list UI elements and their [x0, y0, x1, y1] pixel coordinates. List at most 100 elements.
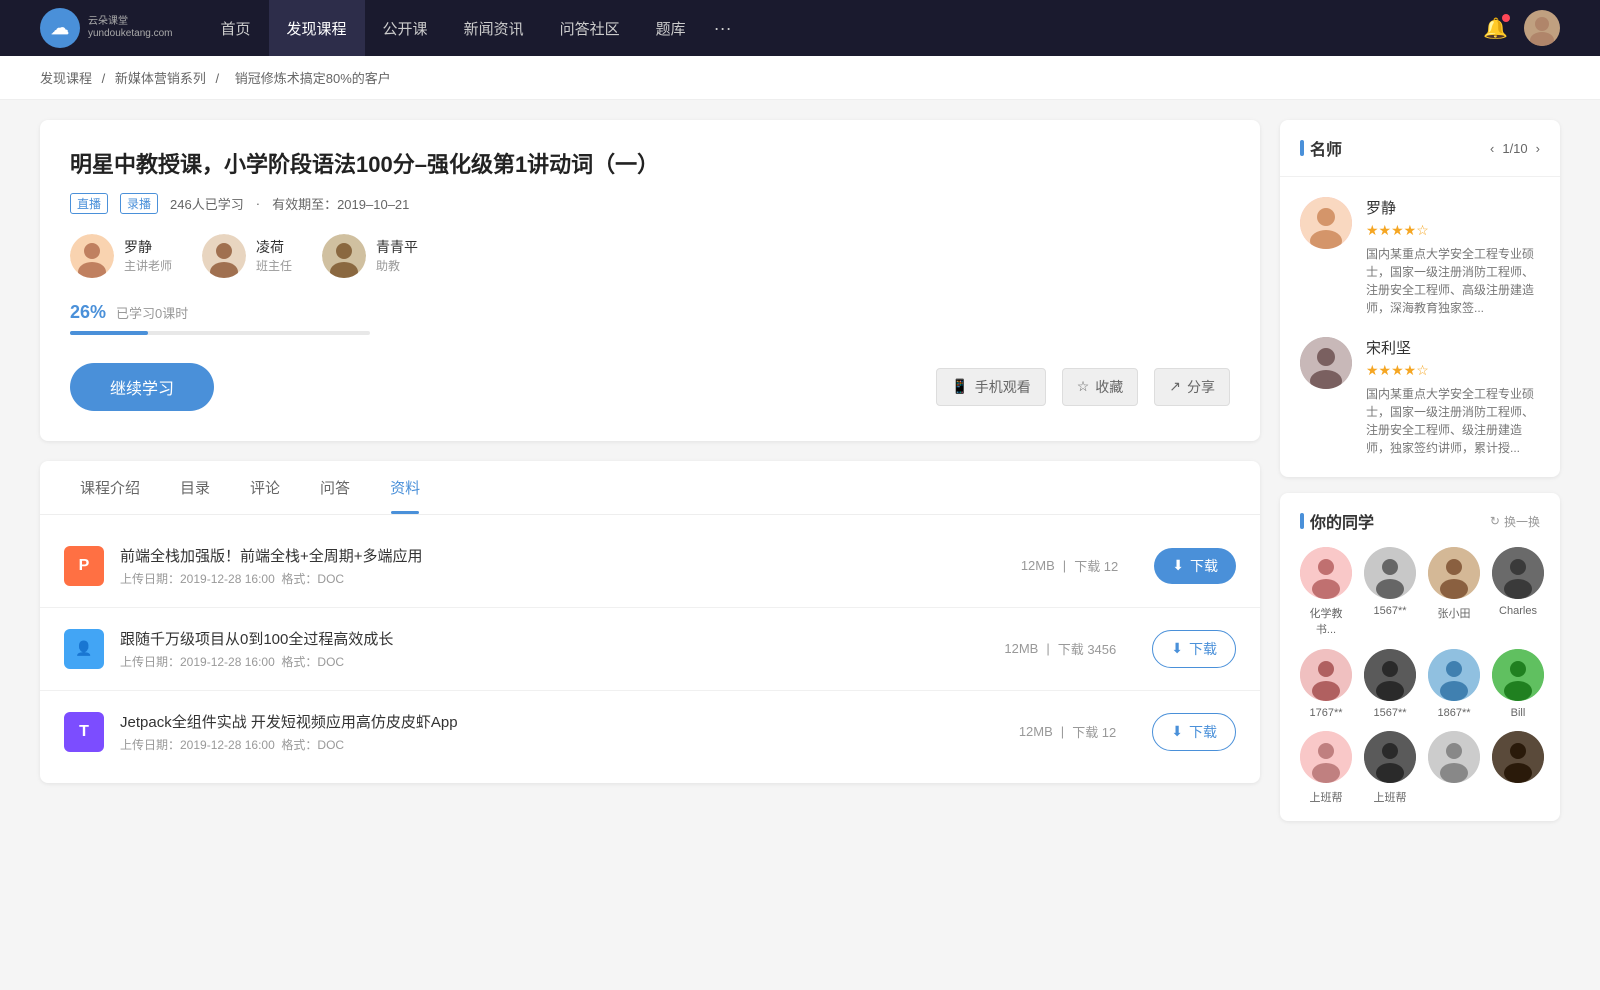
t-stars-1: ★★★★☆	[1366, 362, 1540, 379]
tabs: 课程介绍 目录 评论 问答 资料	[40, 461, 1260, 515]
classmate-0-2[interactable]: 张小田	[1428, 547, 1480, 637]
resource-item-1: 👤 跟随千万级项目从0到100全过程高效成长 上传日期：2019-12-28 1…	[40, 608, 1260, 691]
classmate-2-3[interactable]	[1492, 731, 1544, 805]
nav-more[interactable]: ···	[704, 0, 742, 56]
t-info-0: 罗静 ★★★★☆ 国内某重点大学安全工程专业硕士，国家一级注册消防工程师、注册安…	[1366, 197, 1540, 317]
download-button-2[interactable]: ⬇ 下载	[1152, 713, 1236, 751]
classmate-0-3[interactable]: Charles	[1492, 547, 1544, 637]
classmate-1-1[interactable]: 1567**	[1364, 649, 1416, 719]
t-desc-1: 国内某重点大学安全工程专业硕士，国家一级注册消防工程师、注册安全工程师、级注册建…	[1366, 385, 1540, 457]
resource-sub-0: 上传日期：2019-12-28 16:00 格式：DOC	[120, 570, 1005, 587]
refresh-button[interactable]: ↻ 换一换	[1490, 513, 1540, 530]
classmate-1-0[interactable]: 1767**	[1300, 649, 1352, 719]
famous-teachers-title: 名师	[1300, 136, 1342, 160]
logo-text: 云朵课堂 yundouketang.com	[88, 16, 173, 40]
collect-button[interactable]: ☆ 收藏	[1062, 368, 1139, 406]
progress-section: 26% 已学习0课时	[70, 302, 1230, 335]
action-buttons: 📱 手机观看 ☆ 收藏 ↗ 分享	[936, 368, 1230, 406]
resource-title-1: 跟随千万级项目从0到100全过程高效成长	[120, 628, 988, 649]
classmate-0-1[interactable]: 1567**	[1364, 547, 1416, 637]
resource-title-2: Jetpack全组件实战 开发短视频应用高仿皮皮虾App	[120, 711, 1003, 732]
tab-resources[interactable]: 资料	[370, 461, 440, 514]
progress-label: 已学习0课时	[116, 303, 188, 322]
tab-intro[interactable]: 课程介绍	[60, 461, 160, 514]
page-indicator: 1/10	[1502, 141, 1527, 156]
famous-teachers-header: 名师 ‹ 1/10 ›	[1280, 120, 1560, 177]
classmate-avatar-0-0	[1300, 547, 1352, 599]
classmate-name-1-0: 1767**	[1309, 707, 1342, 719]
progress-bar	[70, 331, 370, 335]
course-actions: 继续学习 📱 手机观看 ☆ 收藏 ↗ 分享	[70, 363, 1230, 411]
bell-icon[interactable]: 🔔	[1483, 16, 1508, 41]
nav-home[interactable]: 首页	[203, 0, 269, 56]
classmate-name-0-3: Charles	[1499, 605, 1537, 617]
nav-quiz[interactable]: 题库	[638, 0, 704, 56]
teacher-avatar-2	[322, 234, 366, 278]
tab-qa[interactable]: 问答	[300, 461, 370, 514]
teacher-role-0: 主讲老师	[124, 257, 172, 274]
download-icon: ⬇	[1171, 723, 1183, 740]
t-name-0: 罗静	[1366, 197, 1540, 218]
classmate-avatar-0-2	[1428, 547, 1480, 599]
notification-dot	[1502, 14, 1510, 22]
tab-comments[interactable]: 评论	[230, 461, 300, 514]
main-content: 明星中教授课，小学阶段语法100分–强化级第1讲动词（一） 直播 录播 246人…	[0, 100, 1600, 857]
classmate-avatar-1-2	[1428, 649, 1480, 701]
resource-item-0: P 前端全栈加强版！前端全栈+全周期+多端应用 上传日期：2019-12-28 …	[40, 525, 1260, 608]
download-icon: ⬇	[1172, 557, 1184, 574]
t-stars-0: ★★★★☆	[1366, 222, 1540, 239]
classmate-2-2[interactable]	[1428, 731, 1480, 805]
teacher-row-0: 罗静 ★★★★☆ 国内某重点大学安全工程专业硕士，国家一级注册消防工程师、注册安…	[1300, 197, 1540, 317]
breadcrumb-discover[interactable]: 发现课程	[40, 71, 92, 86]
breadcrumb: 发现课程 / 新媒体营销系列 / 销冠修炼术搞定80%的客户	[0, 56, 1600, 100]
teacher-info-0: 罗静 主讲老师	[124, 237, 172, 274]
logo[interactable]: ☁ 云朵课堂 yundouketang.com	[40, 8, 173, 48]
classmate-2-0[interactable]: 上班帮	[1300, 731, 1352, 805]
mobile-watch-button[interactable]: 📱 手机观看	[936, 368, 1045, 406]
classmate-1-3[interactable]: Bill	[1492, 649, 1544, 719]
expire-text: ·	[256, 196, 260, 211]
teacher-name-2: 青青平	[376, 237, 418, 257]
sidebar: 名师 ‹ 1/10 › 罗静 ★★★★☆ 国内某重点大学安全工程专业硕士，国	[1280, 120, 1560, 837]
course-meta: 直播 录播 246人已学习 · 有效期至：2019–10–21	[70, 193, 1230, 214]
teacher-avatar-0	[70, 234, 114, 278]
next-page-btn[interactable]: ›	[1536, 141, 1540, 156]
teachers-content: 罗静 ★★★★☆ 国内某重点大学安全工程专业硕士，国家一级注册消防工程师、注册安…	[1280, 177, 1560, 477]
badge-record: 录播	[120, 193, 158, 214]
teacher-name-1: 凌荷	[256, 237, 292, 257]
breadcrumb-series[interactable]: 新媒体营销系列	[115, 71, 206, 86]
classmate-avatar-2-3	[1492, 731, 1544, 783]
classmates-grid: 化学教书... 1567** 张小田	[1300, 547, 1540, 805]
resource-sub-1: 上传日期：2019-12-28 16:00 格式：DOC	[120, 653, 988, 670]
logo-icon: ☁	[40, 8, 80, 48]
student-count: 246人已学习	[170, 194, 244, 213]
teachers-list: 罗静 主讲老师 凌荷 班主任	[70, 234, 1230, 278]
classmate-name-0-2: 张小田	[1438, 605, 1471, 621]
resource-icon-0: P	[64, 546, 104, 586]
classmate-1-2[interactable]: 1867**	[1428, 649, 1480, 719]
user-avatar[interactable]	[1524, 10, 1560, 46]
collect-label: 收藏	[1095, 377, 1123, 397]
prev-page-btn[interactable]: ‹	[1490, 141, 1494, 156]
resource-stats-1: 12MB | 下载 3456	[1004, 639, 1116, 658]
course-title: 明星中教授课，小学阶段语法100分–强化级第1讲动词（一）	[70, 150, 1230, 181]
badge-live: 直播	[70, 193, 108, 214]
classmate-2-1[interactable]: 上班帮	[1364, 731, 1416, 805]
nav-discover[interactable]: 发现课程	[269, 0, 365, 56]
star-icon: ☆	[1077, 378, 1090, 395]
download-button-1[interactable]: ⬇ 下载	[1152, 630, 1236, 668]
download-button-0[interactable]: ⬇ 下载	[1154, 548, 1236, 584]
tab-catalog[interactable]: 目录	[160, 461, 230, 514]
share-label: 分享	[1187, 377, 1215, 397]
teacher-row-1: 宋利坚 ★★★★☆ 国内某重点大学安全工程专业硕士，国家一级注册消防工程师、注册…	[1300, 337, 1540, 457]
classmates-section: 你的同学 ↻ 换一换 化学教书...	[1280, 493, 1560, 821]
nav-qa[interactable]: 问答社区	[542, 0, 638, 56]
share-button[interactable]: ↗ 分享	[1154, 368, 1230, 406]
nav-news[interactable]: 新闻资讯	[446, 0, 542, 56]
teacher-1: 凌荷 班主任	[202, 234, 292, 278]
continue-button[interactable]: 继续学习	[70, 363, 214, 411]
famous-teachers-card: 名师 ‹ 1/10 › 罗静 ★★★★☆ 国内某重点大学安全工程专业硕士，国	[1280, 120, 1560, 477]
classmates-header: 你的同学 ↻ 换一换	[1300, 509, 1540, 533]
nav-public[interactable]: 公开课	[365, 0, 446, 56]
classmate-0-0[interactable]: 化学教书...	[1300, 547, 1352, 637]
